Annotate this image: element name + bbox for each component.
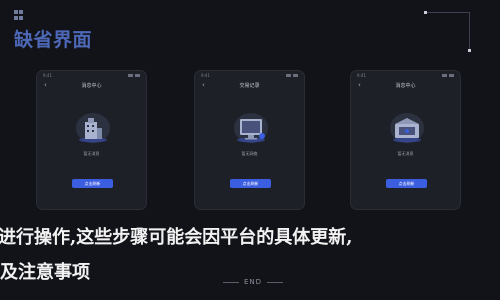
end-marker: END: [218, 276, 288, 288]
status-bar: 9:41: [195, 71, 304, 79]
nav-title: 消息中心: [81, 82, 102, 89]
phone-mockup-3: 9:41 ‹ 消息中心 暂无消息 点击刷新: [350, 70, 461, 210]
back-chevron-icon[interactable]: ‹: [358, 81, 361, 89]
brand-mark: [14, 10, 24, 20]
empty-state-illustration-icon: [390, 113, 424, 143]
refresh-button[interactable]: 点击刷新: [230, 179, 271, 188]
nav-bar: ‹ 消息中心: [37, 79, 146, 91]
status-icons: [442, 73, 454, 77]
end-label: END: [243, 278, 263, 286]
back-chevron-icon[interactable]: ‹: [44, 81, 47, 89]
status-icons: [128, 73, 140, 77]
status-time: 9:41: [43, 72, 52, 78]
overlay-text-line-2: 及注意事项: [0, 262, 90, 283]
nav-title: 交易记录: [239, 82, 260, 89]
phone-mockup-1: 9:41 ‹ 消息中心 暂无消息 点击刷新: [36, 70, 147, 210]
nav-title: 消息中心: [395, 82, 416, 89]
refresh-button[interactable]: 点击刷新: [386, 179, 427, 188]
empty-state-text: 暂无消息: [397, 151, 414, 156]
status-icons: [286, 73, 298, 77]
nav-bar: ‹ 交易记录: [195, 79, 304, 91]
status-bar: 9:41: [37, 71, 146, 79]
refresh-button[interactable]: 点击刷新: [72, 179, 113, 188]
empty-state-text: 暂无消息: [83, 151, 100, 156]
overlay-text-line-1: 进行操作,这些步骤可能会因平台的具体更新,: [0, 227, 353, 248]
corner-frame-decoration: [424, 11, 471, 52]
back-chevron-icon[interactable]: ‹: [202, 81, 205, 89]
nav-bar: ‹ 消息中心: [351, 79, 460, 91]
empty-state-text: 暂无网络: [241, 151, 258, 156]
page-title: 缺省界面: [14, 29, 93, 51]
end-line-left: [222, 281, 239, 283]
empty-state-illustration-icon: [234, 113, 268, 143]
status-time: 9:41: [357, 72, 366, 78]
empty-state-illustration-icon: [76, 113, 110, 143]
status-bar: 9:41: [351, 71, 460, 79]
status-time: 9:41: [201, 72, 210, 78]
phone-mockup-2: 9:41 ‹ 交易记录 暂无网络 点击刷新: [194, 70, 305, 210]
end-line-right: [267, 281, 284, 283]
phone-mockups: 9:41 ‹ 消息中心 暂无消息 点击刷新 9:41 ‹ 交易记录 暂无网络 点…: [0, 70, 500, 210]
